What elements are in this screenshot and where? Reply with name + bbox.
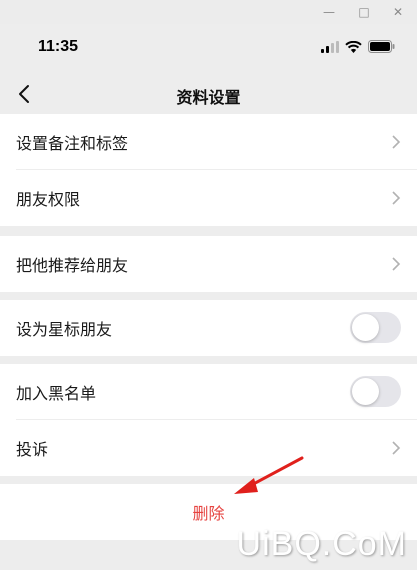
row-label: 设置备注和标签 <box>16 134 129 153</box>
page-title: 资料设置 <box>176 88 241 107</box>
row-label: 朋友权限 <box>16 190 81 209</box>
wifi-icon <box>345 40 362 53</box>
toggle-knob <box>352 378 379 405</box>
minimize-icon[interactable]: — <box>320 3 338 21</box>
row-add-to-blacklist: 加入黑名单 <box>0 364 417 420</box>
row-recommend-to-friend[interactable]: 把他推荐给朋友 <box>0 236 417 292</box>
status-icons <box>321 40 395 53</box>
blacklist-toggle[interactable] <box>350 376 401 407</box>
settings-group-star: 设为星标朋友 <box>0 300 417 356</box>
row-label: 把他推荐给朋友 <box>16 256 129 275</box>
row-label: 投诉 <box>16 440 49 459</box>
row-star-friend: 设为星标朋友 <box>0 300 417 356</box>
chevron-right-icon <box>392 441 401 455</box>
chevron-right-icon <box>392 257 401 271</box>
delete-label: 删除 <box>192 504 225 523</box>
toggle-knob <box>352 314 379 341</box>
row-label: 加入黑名单 <box>16 384 97 403</box>
status-bar: 11:35 <box>0 24 417 76</box>
settings-group-block: 加入黑名单 投诉 <box>0 364 417 476</box>
navigation-bar: 资料设置 <box>0 76 417 114</box>
close-icon[interactable]: ✕ <box>389 3 407 21</box>
cellular-signal-icon <box>321 40 339 53</box>
watermark: UiBQ.CoM <box>236 525 407 563</box>
row-set-remarks-and-tags[interactable]: 设置备注和标签 <box>0 114 417 170</box>
battery-icon <box>368 40 395 53</box>
settings-group-recommend: 把他推荐给朋友 <box>0 236 417 292</box>
chevron-right-icon <box>392 191 401 205</box>
status-time: 11:35 <box>38 38 79 55</box>
row-friend-permissions[interactable]: 朋友权限 <box>0 170 417 226</box>
row-complain[interactable]: 投诉 <box>0 420 417 476</box>
window-title-bar: — □ ✕ <box>0 0 417 24</box>
chevron-right-icon <box>392 135 401 149</box>
settings-group-remarks: 设置备注和标签 朋友权限 <box>0 114 417 226</box>
star-friend-toggle[interactable] <box>350 312 401 343</box>
annotation-arrow-icon <box>234 456 304 494</box>
row-label: 设为星标朋友 <box>16 320 113 339</box>
maximize-icon[interactable]: □ <box>355 3 373 21</box>
